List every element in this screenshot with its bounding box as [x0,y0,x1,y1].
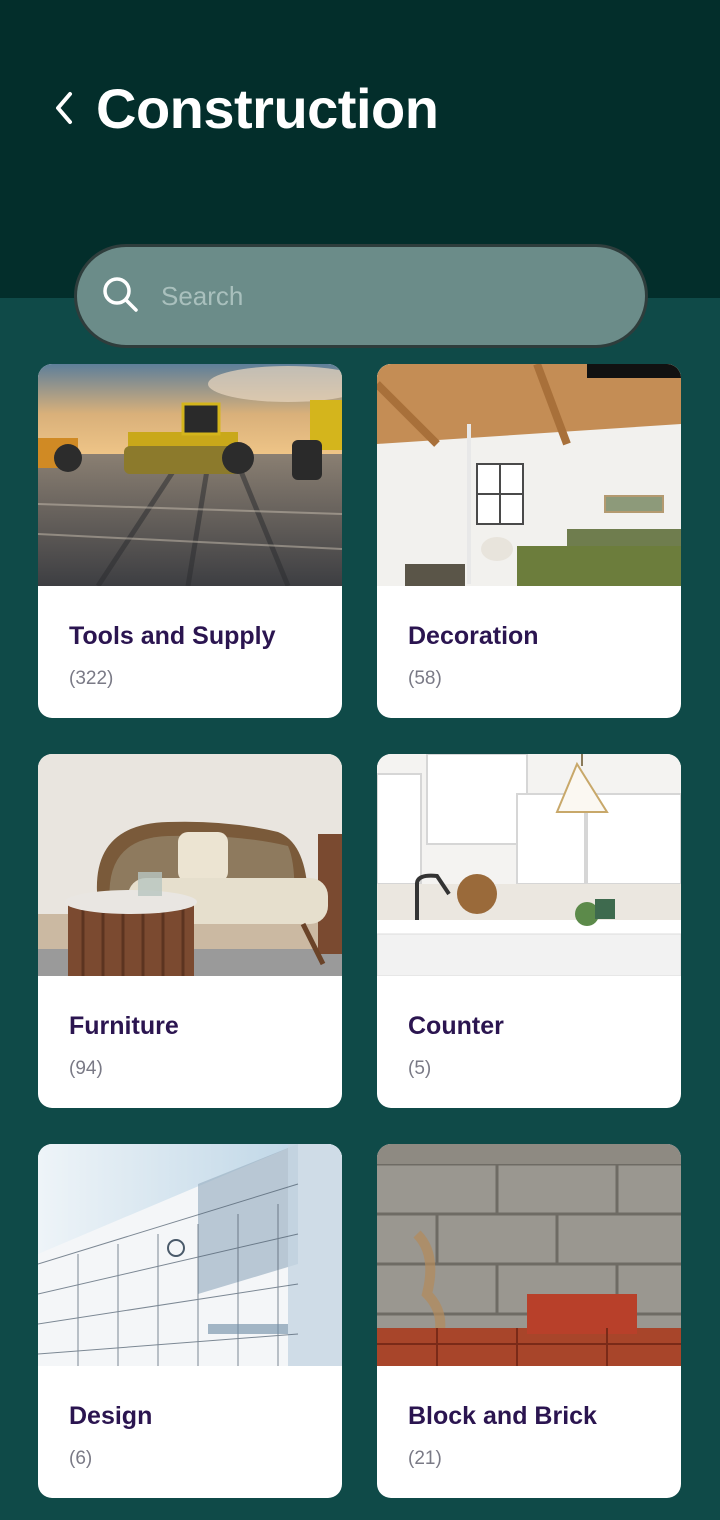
category-name: Block and Brick [408,1402,597,1430]
search-bar[interactable] [74,244,648,348]
category-count: (58) [408,668,442,689]
category-name: Tools and Supply [69,622,276,650]
category-card-design[interactable]: Design (6) [38,1144,342,1498]
category-count: (322) [69,668,114,689]
page-title: Construction [96,77,439,140]
category-name: Design [69,1402,153,1430]
search-input[interactable] [161,269,621,323]
category-count: (5) [408,1058,432,1079]
category-name: Decoration [408,622,539,650]
category-card-tools-and-supply[interactable]: Tools and Supply (322) [38,364,342,718]
architecture-sketch-photo [38,1144,342,1366]
construction-rollers-photo [38,364,342,586]
category-card-furniture[interactable]: Furniture (94) [38,754,342,1108]
cinder-block-wall-photo [377,1144,681,1366]
category-card-counter[interactable]: Counter (5) [377,754,681,1108]
category-name: Counter [408,1012,504,1040]
category-card-decoration[interactable]: Decoration (58) [377,364,681,718]
armchair-photo [38,754,342,976]
category-count: (6) [69,1448,93,1469]
category-name: Furniture [69,1012,179,1040]
kitchen-counter-photo [377,754,681,976]
category-count: (94) [69,1058,103,1079]
category-count: (21) [408,1448,442,1469]
bedroom-interior-photo [377,364,681,586]
category-card-block-and-brick[interactable]: Block and Brick (21) [377,1144,681,1498]
search-icon [103,277,138,312]
back-button[interactable] [42,84,86,132]
chevron-left-icon [56,92,72,124]
